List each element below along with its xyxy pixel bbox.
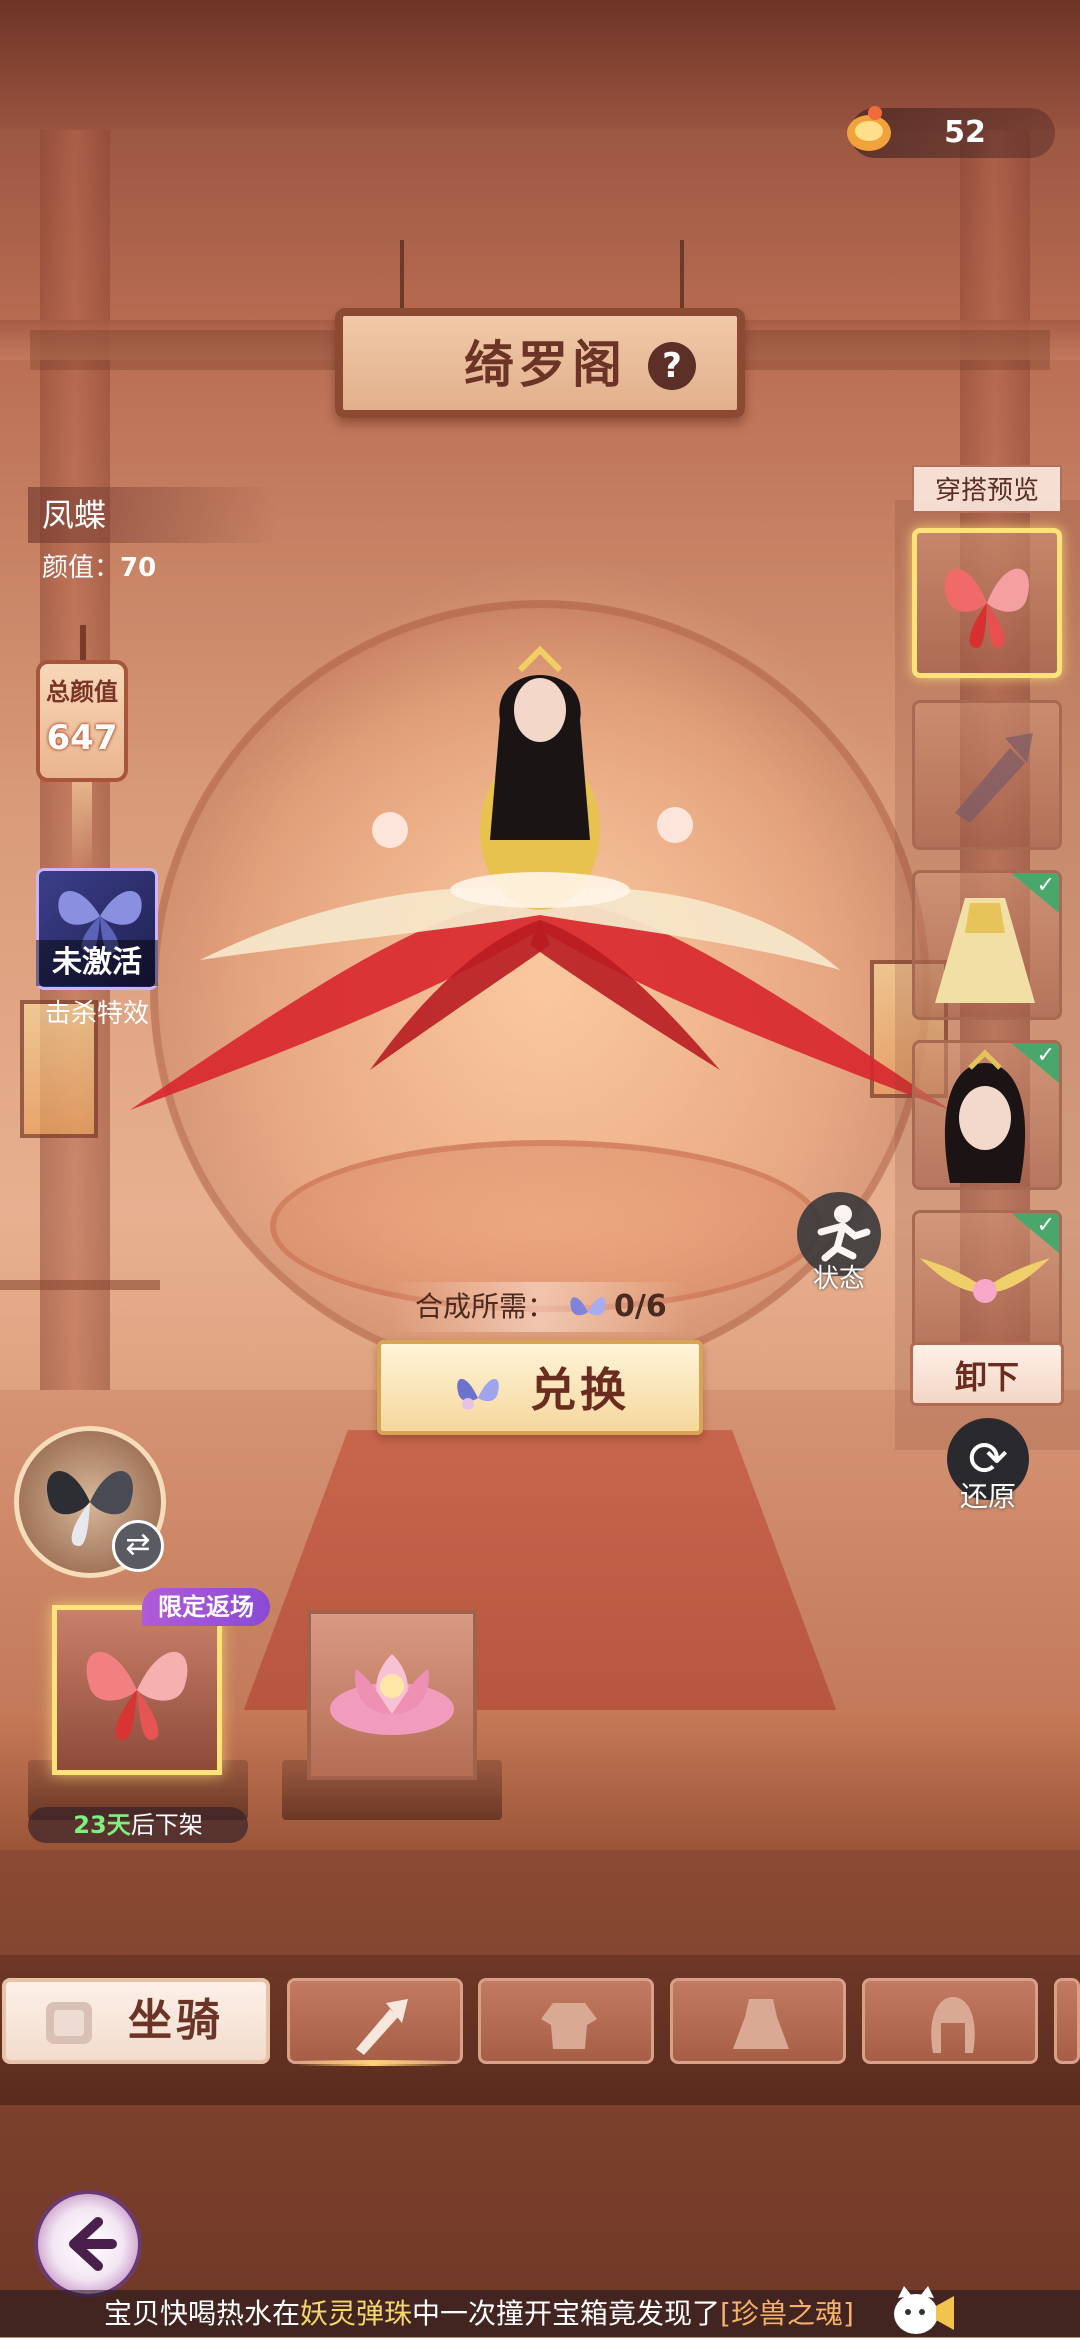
beauty-value: 70 <box>120 553 157 583</box>
golden-dress-icon <box>935 898 1035 1003</box>
ticker-game: 妖灵弹珠 <box>300 2297 413 2330</box>
wing-fragment-icon <box>457 1378 499 1410</box>
red-butterfly-icon <box>86 1651 188 1740</box>
weapon-icon <box>356 1999 408 2055</box>
back-button[interactable] <box>34 2190 142 2298</box>
orb-right <box>657 807 693 843</box>
lotus-icon <box>330 1654 454 1735</box>
crown <box>517 645 563 673</box>
tassel <box>72 782 92 872</box>
exchange-label: 兑换 <box>530 1363 630 1417</box>
sign-rope-right <box>680 240 684 310</box>
scroll-icon <box>46 2002 92 2044</box>
tab-weapon[interactable] <box>287 1978 463 2064</box>
tab-top-outfit[interactable] <box>478 1978 654 2064</box>
page-title: 绮罗阁 <box>464 335 626 394</box>
hair-icon <box>931 1997 975 2053</box>
golden-wings-icon <box>920 1258 1050 1303</box>
tab-bottom-outfit[interactable] <box>670 1978 846 2064</box>
hairstyle-icon <box>944 1049 1026 1183</box>
sign-rope-left <box>400 240 404 310</box>
preview-slot-wings[interactable]: ✓ <box>912 1210 1062 1360</box>
swap-icon[interactable]: ⇄ <box>112 1520 164 1572</box>
currency-amount: 52 <box>944 115 986 150</box>
megaphone-cat-icon <box>894 2286 954 2334</box>
help-button[interactable]: ? <box>648 342 696 390</box>
tab-highlight <box>295 2060 451 2066</box>
timer-suffix: 后下架 <box>130 1811 203 1839</box>
item-card-fengdie[interactable] <box>52 1605 222 1775</box>
item-name: 凤蝶 <box>42 496 107 534</box>
total-tag-rope <box>80 625 86 665</box>
offshelf-timer: 23天后下架 <box>28 1807 248 1843</box>
timer-days: 23天 <box>73 1811 131 1839</box>
tab-mount-label: 坐骑 <box>128 1995 224 2046</box>
robe-icon <box>541 2003 597 2049</box>
mount-base <box>450 872 630 908</box>
synthesis-count: 0/6 <box>614 1289 667 1324</box>
wing-fragment-icon <box>570 1297 606 1316</box>
unload-button[interactable]: 卸下 <box>910 1342 1064 1406</box>
dress-icon <box>733 1999 789 2049</box>
ticker-reward: [珍兽之魂] <box>720 2297 854 2330</box>
synthesis-label: 合成所需： <box>415 1290 556 1323</box>
limited-return-badge: 限定返场 <box>142 1588 270 1626</box>
preview-slot-dress[interactable]: ✓ <box>912 870 1062 1020</box>
ticker-message: 宝贝快喝热水在妖灵弹珠中一次撞开宝箱竟发现了[珍兽之魂] <box>104 2292 854 2336</box>
total-beauty-label: 总颜值 <box>46 678 118 706</box>
outfit-preview-title: 穿搭预览 <box>912 465 1062 513</box>
preview-slot-hair[interactable]: ✓ <box>912 1040 1062 1190</box>
red-butterfly-icon <box>945 568 1029 648</box>
beauty-label: 颜值： <box>42 553 121 583</box>
status-label: 状态 <box>812 1264 865 1294</box>
kill-effect-status: 未激活 <box>36 940 158 986</box>
weapon-silhouette-icon <box>955 733 1033 823</box>
back-arrow-icon <box>69 2217 117 2271</box>
ticker-action: 中一次撞开宝箱竟发现了 <box>412 2297 721 2330</box>
item-card-lotus[interactable] <box>307 1610 477 1780</box>
tab-more[interactable] <box>1054 1978 1080 2064</box>
total-beauty-value: 647 <box>46 718 118 758</box>
face <box>514 678 566 742</box>
ticket-icon <box>847 106 891 151</box>
preview-slot-butterfly-wings[interactable] <box>912 528 1062 678</box>
orb-left <box>372 812 408 848</box>
ticker-player: 宝贝快喝热水在 <box>104 2297 301 2330</box>
item-beauty: 颜值：70 <box>42 548 156 588</box>
restore-label: 还原 <box>959 1480 1016 1513</box>
character-model <box>130 645 950 1110</box>
tab-hairstyle[interactable] <box>862 1978 1038 2064</box>
kill-effect-label: 击杀特效 <box>44 999 149 1029</box>
preview-slot-weapon[interactable] <box>912 700 1062 850</box>
